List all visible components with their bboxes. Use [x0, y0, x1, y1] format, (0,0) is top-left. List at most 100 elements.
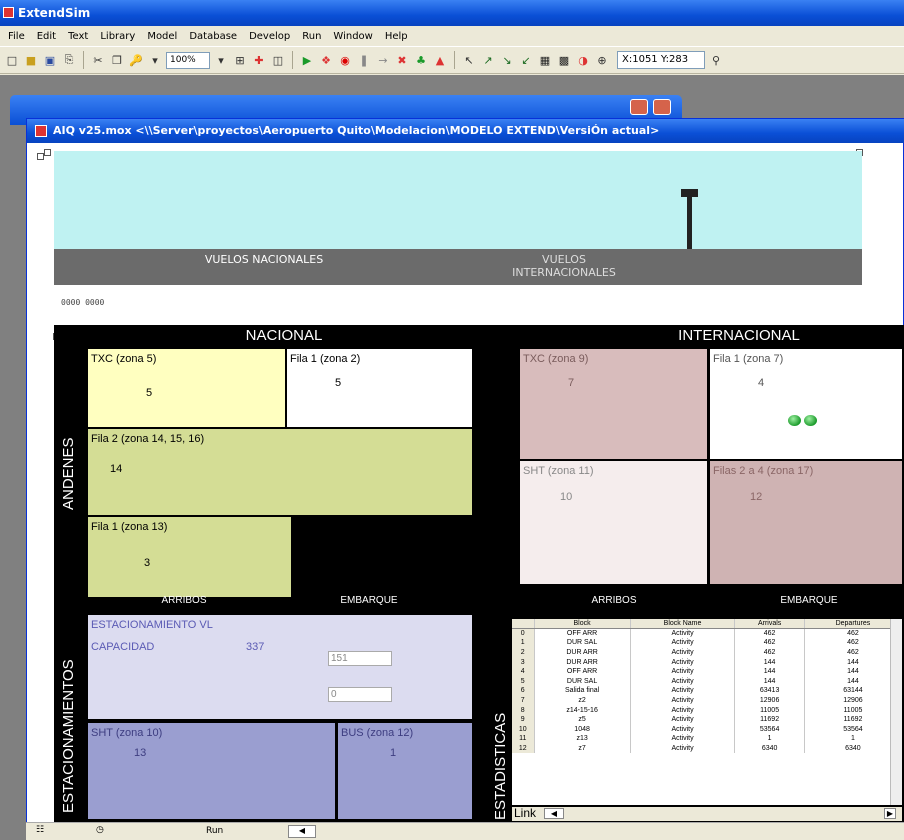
column-header[interactable]: Block [534, 619, 631, 630]
pointer-line-icon[interactable]: ↘ [499, 52, 515, 68]
scroll-right-icon[interactable]: ▶ [884, 808, 896, 819]
menu-edit[interactable]: Edit [31, 31, 62, 42]
menu-run[interactable]: Run [296, 31, 327, 42]
table-cell: 8 [512, 705, 535, 715]
zoom-level-field[interactable]: 100% [166, 51, 210, 69]
table-cell: Salida final [534, 686, 631, 696]
add-block-icon[interactable]: ✚ [251, 52, 267, 68]
zone-count: 3 [144, 557, 151, 569]
table-row[interactable]: 2 DUR ARR Activity 462 462 [512, 647, 902, 658]
bus-zona12-zone[interactable]: BUS (zona 12) 1 [338, 723, 472, 819]
zoom-dropdown-icon[interactable]: ▾ [147, 52, 163, 68]
internacional-filas-zone[interactable]: Filas 2 a 4 (zona 17) 12 [710, 461, 902, 584]
table-cell: 462 [804, 638, 902, 648]
table-row[interactable]: 5 DUR SAL Activity 144 144 [512, 676, 902, 687]
pointer-step-icon[interactable]: ↙ [518, 52, 534, 68]
zone-label: SHT (zona 11) [523, 465, 594, 477]
zone-count: 7 [568, 377, 575, 389]
table-cell: 2 [512, 647, 535, 658]
background-window-close-icon[interactable] [653, 99, 671, 115]
column-header[interactable] [512, 619, 535, 630]
zone-label: Filas 2 a 4 (zona 17) [713, 465, 814, 477]
table-cell: 63413 [734, 686, 805, 696]
table-row[interactable]: 12 z7 Activity 6340 6340 [512, 743, 902, 754]
table-row[interactable]: 4 OFF ARR Activity 144 144 [512, 666, 902, 677]
small-counters: 0000 0000 [61, 298, 105, 307]
app-title-bar[interactable]: ExtendSim [0, 0, 904, 26]
table-cell: 144 [804, 657, 902, 667]
save-icon[interactable]: ▣ [42, 52, 58, 68]
trace-icon[interactable]: ♣ [413, 52, 429, 68]
zoom-icon[interactable]: ⚲ [708, 52, 724, 68]
library-icon[interactable]: ◫ [270, 52, 286, 68]
grid-icon[interactable]: ⊞ [232, 52, 248, 68]
nacional-fila2-zone[interactable]: Fila 2 (zona 14, 15, 16) 14 [88, 429, 472, 515]
new-file-icon[interactable]: □ [4, 52, 20, 68]
print-icon[interactable]: ⎘ [61, 52, 77, 68]
menu-model[interactable]: Model [141, 31, 183, 42]
notebook-icon[interactable]: ▩ [556, 52, 572, 68]
parking-secondary-field[interactable]: 0 [328, 687, 392, 702]
status-scroll-left-icon[interactable]: ◀ [288, 825, 316, 838]
copy-icon[interactable]: ❐ [109, 52, 125, 68]
table-row[interactable]: 10 1048 Activity 53564 53564 [512, 724, 902, 735]
connect-icon[interactable]: ▲ [432, 52, 448, 68]
table-scrollbar[interactable] [890, 619, 902, 805]
model-window-titlebar[interactable]: AIQ v25.mox <\\Server\proyectos\Aeropuer… [27, 119, 904, 143]
run-icon[interactable]: ▶ [299, 52, 315, 68]
table-cell: 144 [734, 666, 805, 677]
menu-database[interactable]: Database [183, 31, 243, 42]
internacional-sht-zone[interactable]: SHT (zona 11) 10 [520, 461, 707, 584]
hierarchy-icon[interactable]: ▦ [537, 52, 553, 68]
key-icon[interactable]: 🔑 [128, 52, 144, 68]
step-icon[interactable]: → [375, 52, 391, 68]
open-folder-icon[interactable]: ■ [23, 52, 39, 68]
menu-develop[interactable]: Develop [243, 31, 296, 42]
pattern-icon[interactable]: ⊕ [594, 52, 610, 68]
table-row[interactable]: 0 OFF ARR Activity 462 462 [512, 628, 902, 639]
estacionamiento-vl-zone[interactable]: ESTACIONAMIENTO VL CAPACIDAD 337 151 0 [88, 615, 472, 719]
internacional-fila1-zone[interactable]: Fila 1 (zona 7) 4 [710, 349, 902, 459]
menu-window[interactable]: Window [327, 31, 378, 42]
table-cell: 11692 [804, 714, 902, 725]
menu-library[interactable]: Library [94, 31, 141, 42]
block-connector-icon[interactable] [37, 153, 44, 160]
dropdown-arrow-icon[interactable]: ▾ [213, 52, 229, 68]
column-header[interactable]: Arrivals [734, 619, 805, 630]
table-row[interactable]: 11 z13 Activity 1 1 [512, 734, 902, 744]
internacional-txc-zone[interactable]: TXC (zona 9) 7 [520, 349, 707, 459]
table-row[interactable]: 1 DUR SAL Activity 462 462 [512, 638, 902, 648]
table-row[interactable]: 9 z5 Activity 11692 11692 [512, 714, 902, 725]
pointer-connect-icon[interactable]: ↗ [480, 52, 496, 68]
color-icon[interactable]: ◑ [575, 52, 591, 68]
table-row[interactable]: 7 z2 Activity 12906 12906 [512, 695, 902, 706]
animation-off-icon[interactable]: ✖ [394, 52, 410, 68]
stop-icon[interactable]: ◉ [337, 52, 353, 68]
table-row[interactable]: 6 Salida final Activity 63413 63144 [512, 686, 902, 696]
pause-icon[interactable]: ❚ [356, 52, 372, 68]
nacional-txc-zone[interactable]: TXC (zona 5) 5 [88, 349, 285, 427]
table-cell: DUR SAL [534, 676, 631, 687]
column-header[interactable]: Departures [804, 619, 902, 630]
table-cell: 53564 [734, 724, 805, 735]
background-window-minimize-icon[interactable] [630, 99, 648, 115]
table-cell: 11005 [734, 705, 805, 715]
nacional-fila1-zone[interactable]: Fila 1 (zona 2) 5 [287, 349, 472, 427]
pointer-icon[interactable]: ↖ [461, 52, 477, 68]
run-fast-icon[interactable]: ❖ [318, 52, 334, 68]
menu-file[interactable]: File [2, 31, 31, 42]
statistics-table-panel[interactable]: Block Block Name Arrivals Departures 0 OF… [512, 619, 902, 805]
model-canvas[interactable]: VUELOS NACIONALES VUELOS INTERNACIONALES… [31, 143, 904, 837]
column-header[interactable]: Block Name [630, 619, 736, 630]
table-row[interactable]: 8 z14-15-16 Activity 11005 11005 [512, 705, 902, 715]
parking-occupancy-field[interactable]: 151 [328, 651, 392, 666]
nacional-fila1-zona13-zone[interactable]: Fila 1 (zona 13) 3 [88, 517, 291, 597]
menu-text[interactable]: Text [62, 31, 94, 42]
menu-help[interactable]: Help [379, 31, 414, 42]
table-cell: Activity [630, 647, 736, 658]
table-row[interactable]: 3 DUR ARR Activity 144 144 [512, 657, 902, 667]
block-connector-icon[interactable] [44, 149, 51, 156]
sht-zona10-zone[interactable]: SHT (zona 10) 13 [88, 723, 335, 819]
cut-icon[interactable]: ✂ [90, 52, 106, 68]
scroll-left-icon[interactable]: ◀ [544, 808, 564, 819]
